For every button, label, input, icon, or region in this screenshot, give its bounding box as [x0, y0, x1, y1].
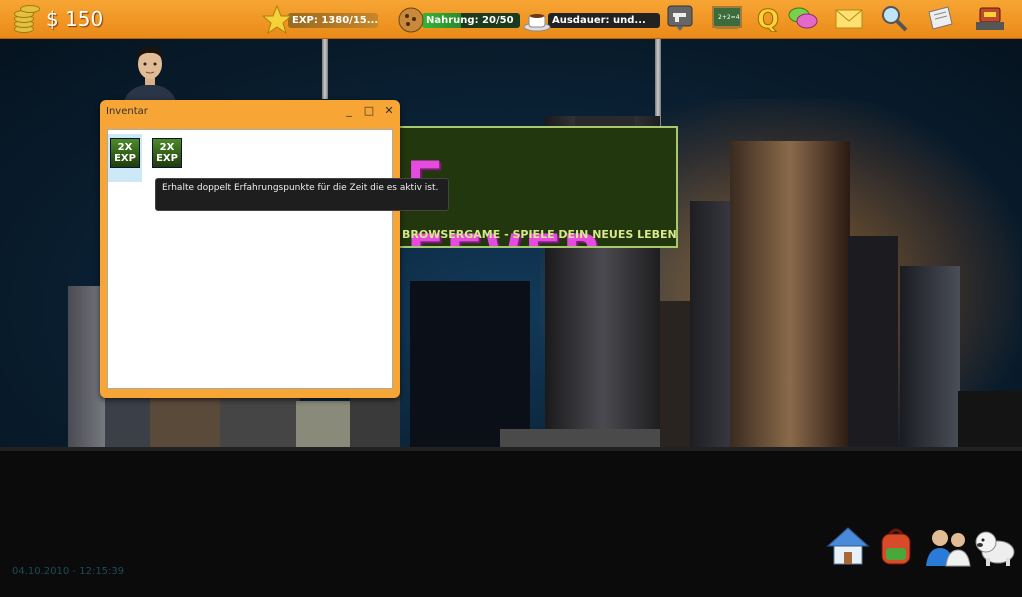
inventory-window[interactable]: Inventar _ □ ✕ 2X EXP 2X EXP: [100, 100, 400, 398]
double-exp-item-icon: 2X EXP: [152, 138, 182, 168]
maximize-button[interactable]: □: [362, 104, 376, 118]
newspaper-icon[interactable]: [926, 4, 954, 32]
robot-icon[interactable]: [974, 4, 1006, 32]
close-button[interactable]: ✕: [382, 104, 396, 118]
inventory-slot-2[interactable]: 2X EXP: [150, 134, 184, 182]
minimize-button[interactable]: _: [342, 104, 356, 118]
dog-icon[interactable]: [972, 524, 1020, 568]
double-exp-item-icon: 2X EXP: [110, 138, 140, 168]
svg-text:2+2=4: 2+2=4: [718, 14, 740, 21]
cookie-icon: [398, 7, 424, 33]
inventory-title: Inventar: [106, 106, 148, 117]
mail-icon[interactable]: [834, 4, 864, 32]
exp-stat[interactable]: EXP: 1380/15...: [262, 5, 378, 35]
chalkboard-icon[interactable]: 2+2=4: [712, 4, 742, 32]
svg-text:Q: Q: [757, 5, 779, 32]
coins-icon: [8, 3, 40, 35]
player-avatar[interactable]: [118, 42, 182, 102]
food-stat[interactable]: Nahrung: 20/50: [396, 5, 520, 35]
exp-bar: EXP: 1380/15...: [288, 12, 378, 28]
server-datetime: 04.10.2010 - 12:15:39: [12, 566, 125, 577]
star-icon: [262, 5, 292, 35]
stamina-bar: Ausdauer: und...: [548, 12, 660, 28]
chat-icon[interactable]: [788, 4, 818, 32]
inventory-slot-1[interactable]: 2X EXP: [108, 134, 142, 182]
search-icon[interactable]: [880, 4, 908, 32]
coffee-cup-icon: [523, 14, 551, 32]
gun-sign-icon[interactable]: [666, 4, 694, 32]
top-bar: $ 150 EXP: 1380/15... Nahrung: 20/50 Aus…: [0, 0, 1022, 39]
house-icon[interactable]: [826, 524, 870, 568]
food-bar: Nahrung: 20/50: [422, 12, 520, 28]
people-icon[interactable]: [924, 524, 974, 568]
item-tooltip: Erhalte doppelt Erfahrungspunkte für die…: [155, 178, 449, 211]
quest-icon[interactable]: Q: [754, 4, 782, 33]
inventory-grid: 2X EXP 2X EXP: [107, 129, 393, 389]
money-amount: $ 150: [46, 7, 104, 31]
stamina-stat[interactable]: Ausdauer: und...: [522, 5, 660, 35]
banner-subtitle: BROWSERGAME - SPIELE DEIN NEUES LEBEN: [402, 228, 677, 241]
backpack-icon[interactable]: [874, 524, 918, 568]
money-display: $ 150: [8, 3, 103, 35]
